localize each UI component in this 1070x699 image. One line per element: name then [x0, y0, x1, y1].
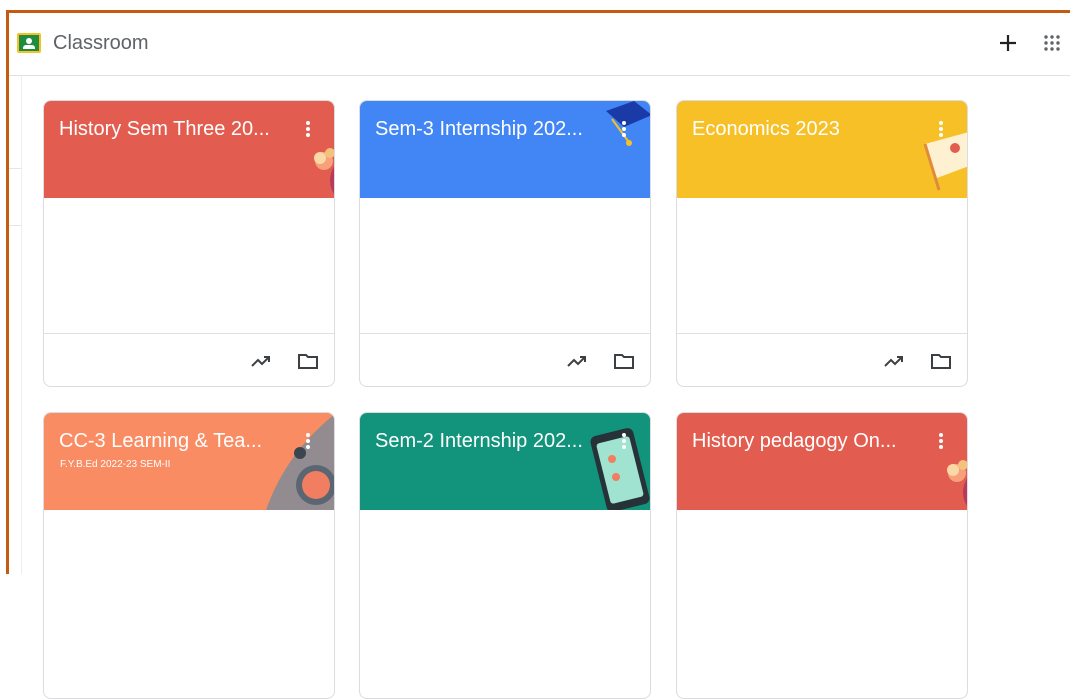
- class-card-title[interactable]: CC-3 Learning & Tea...: [59, 430, 284, 453]
- top-app-bar: Classroom: [9, 13, 1070, 76]
- class-card-title[interactable]: History Sem Three 20...: [59, 118, 284, 141]
- banner-illustration: [314, 148, 334, 194]
- class-card-footer: [44, 333, 334, 386]
- more-vert-icon[interactable]: [613, 431, 635, 455]
- class-card-footer: [360, 333, 650, 386]
- more-vert-icon[interactable]: [613, 119, 635, 143]
- create-or-join-class-button[interactable]: [993, 28, 1023, 58]
- class-card[interactable]: History pedagogy On...: [676, 412, 968, 699]
- apps-grid-icon: [1044, 35, 1060, 51]
- class-card[interactable]: Sem-3 Internship 202...: [359, 100, 651, 387]
- trending-up-icon[interactable]: [248, 348, 274, 374]
- class-card-footer: [677, 333, 967, 386]
- more-vert-icon[interactable]: [297, 431, 319, 455]
- google-apps-button[interactable]: [1037, 28, 1067, 58]
- folder-icon[interactable]: [611, 348, 637, 374]
- class-card-banner[interactable]: History Sem Three 20...: [44, 101, 334, 198]
- class-card-title[interactable]: Economics 2023: [692, 118, 917, 141]
- class-card-title[interactable]: Sem-3 Internship 202...: [375, 118, 600, 141]
- class-card[interactable]: Economics 2023: [676, 100, 968, 387]
- sidebar-divider: [9, 168, 21, 169]
- screenshot-frame-left: [6, 10, 9, 574]
- trending-up-icon[interactable]: [564, 348, 590, 374]
- trending-up-icon[interactable]: [881, 348, 907, 374]
- banner-illustration: [266, 414, 334, 510]
- class-card[interactable]: History Sem Three 20...: [43, 100, 335, 387]
- class-card-title[interactable]: History pedagogy On...: [692, 430, 917, 453]
- more-vert-icon[interactable]: [930, 431, 952, 455]
- class-card-banner[interactable]: History pedagogy On...: [677, 413, 967, 510]
- class-card[interactable]: CC-3 Learning & Tea... F.Y.B.Ed 2022-23 …: [43, 412, 335, 699]
- sidebar-edge: [21, 76, 22, 574]
- class-card[interactable]: Sem-2 Internship 202...: [359, 412, 651, 699]
- class-card-title[interactable]: Sem-2 Internship 202...: [375, 430, 600, 453]
- folder-icon[interactable]: [295, 348, 321, 374]
- class-card-banner[interactable]: Sem-3 Internship 202...: [360, 101, 650, 198]
- plus-icon: [1000, 35, 1016, 51]
- class-card-banner[interactable]: Sem-2 Internship 202...: [360, 413, 650, 510]
- classroom-logo-icon[interactable]: [17, 33, 41, 53]
- folder-icon[interactable]: [928, 348, 954, 374]
- more-vert-icon[interactable]: [930, 119, 952, 143]
- banner-illustration: [947, 460, 967, 506]
- sidebar-divider: [9, 225, 21, 226]
- class-card-banner[interactable]: CC-3 Learning & Tea... F.Y.B.Ed 2022-23 …: [44, 413, 334, 510]
- app-title[interactable]: Classroom: [53, 32, 149, 55]
- class-card-section: F.Y.B.Ed 2022-23 SEM-II: [60, 459, 171, 470]
- class-card-banner[interactable]: Economics 2023: [677, 101, 967, 198]
- more-vert-icon[interactable]: [297, 119, 319, 143]
